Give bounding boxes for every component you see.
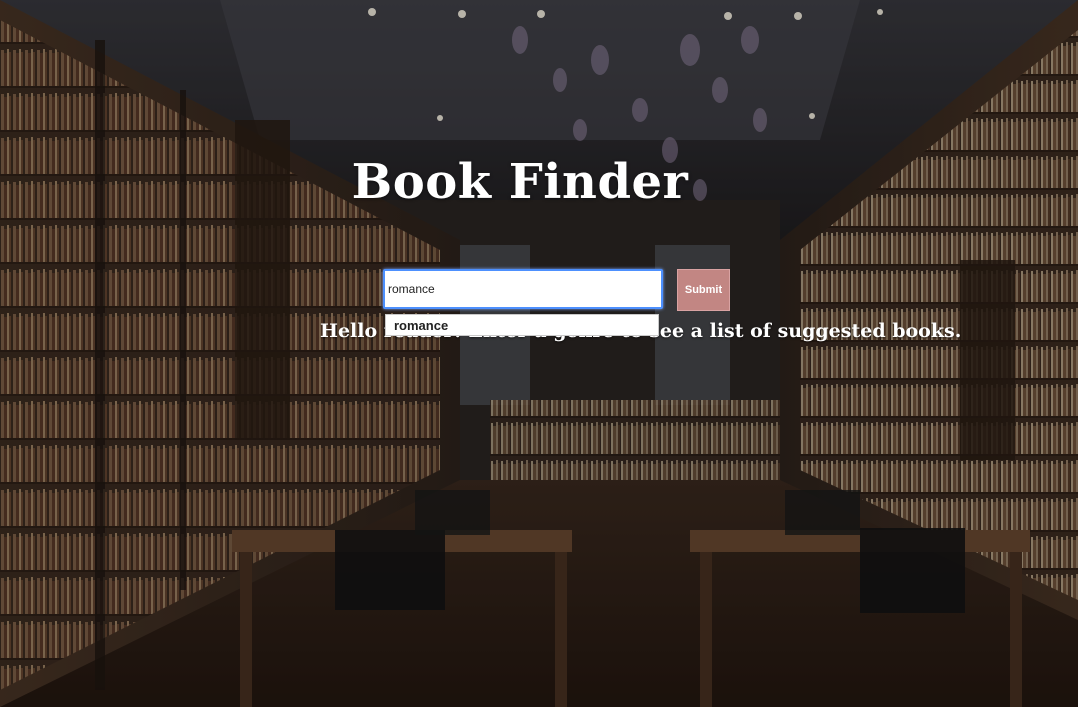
submit-button[interactable]: Submit <box>677 269 730 311</box>
search-form: Submit <box>383 269 730 311</box>
page-title: Book Finder <box>351 154 689 210</box>
autocomplete-option[interactable]: romance <box>394 318 650 333</box>
library-background-image <box>0 0 1078 707</box>
autocomplete-dropdown: romance <box>385 314 659 336</box>
genre-search-input[interactable] <box>383 269 663 309</box>
